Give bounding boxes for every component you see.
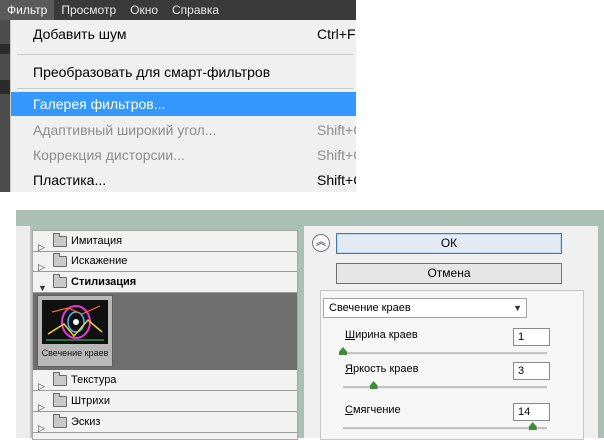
edge-width-label: Ширина краев	[345, 329, 418, 341]
tree-folder-brush-strokes[interactable]: ▷ Штрихи	[33, 391, 297, 412]
tree-folder-stylize[interactable]: ▼ Стилизация	[33, 272, 297, 293]
filter-category-tree: ▷ Имитация ▷ Искажение ▼ Стилизация Свеч…	[32, 230, 298, 440]
menu-help[interactable]: Справка	[165, 0, 226, 20]
smoothness-label-text: мягчение	[352, 404, 401, 416]
collapse-chevron-icon[interactable]: ︽	[312, 234, 330, 252]
background	[356, 0, 604, 200]
smoothness-slider-track[interactable]	[343, 427, 547, 430]
smoothness-input[interactable]: 14	[513, 403, 550, 421]
filter-settings: Свечение краев ▼ Ширина краев 1 Яркость …	[320, 290, 584, 440]
smoothness-label: Смягчение	[345, 404, 401, 416]
menu-item-label: Адаптивный широкий угол...	[33, 122, 217, 138]
filter-thumbnail-glowing-edges[interactable]: Свечение краев	[37, 295, 113, 367]
edge-brightness-label: Яркость краев	[345, 363, 418, 375]
edge-brightness-input[interactable]: 3	[513, 362, 550, 380]
edge-width-slider-track[interactable]	[343, 352, 547, 355]
edge-brightness-slider-knob[interactable]	[369, 381, 378, 389]
menu-item-label: Добавить шум	[33, 26, 127, 42]
cancel-button[interactable]: Отмена	[336, 263, 562, 284]
filter-preview-image	[42, 300, 108, 344]
folder-icon	[53, 393, 67, 407]
preview-edge	[16, 226, 31, 438]
menu-item-adaptive-wide-angle: Адаптивный широкий угол... Shift+Ctrl+A	[11, 118, 392, 142]
menu-item-lens-correction: Коррекция дисторсии... Shift+Ctrl+R	[11, 143, 393, 167]
workspace-edge	[0, 20, 10, 192]
filter-select-value: Свечение краев	[329, 302, 411, 314]
smoothness-slider-knob[interactable]	[528, 422, 537, 430]
filter-thumbnails: Свечение краев	[33, 293, 297, 370]
gallery-controls-panel: ︽ ОК Отмена Свечение краев ▼ Ширина крае…	[304, 226, 598, 440]
menu-item-label: Коррекция дисторсии...	[33, 147, 185, 163]
disclosure-triangle-icon[interactable]: ▷	[38, 418, 45, 438]
edge-brightness-label-text: ркость краев	[352, 363, 419, 375]
filter-menu-dropdown: Добавить шум Ctrl+F Преобразовать для см…	[10, 20, 393, 192]
menu-bar: Фильтр Просмотр Окно Справка	[0, 0, 356, 20]
edge-width-slider-knob[interactable]	[339, 347, 347, 355]
menu-item-shortcut: Ctrl+F	[317, 26, 356, 42]
folder-icon	[53, 233, 67, 247]
tree-folder-imitation[interactable]: ▷ Имитация	[33, 231, 297, 252]
edge-width-label-mnemonic: Ш	[345, 329, 356, 341]
menu-separator	[17, 88, 353, 89]
menu-item-label: Галерея фильтров...	[33, 96, 166, 112]
menu-item-add-noise[interactable]: Добавить шум Ctrl+F	[11, 22, 357, 46]
folder-icon	[53, 274, 67, 288]
tree-folder-label: Текстура	[71, 374, 117, 386]
edge-width-input[interactable]: 1	[513, 328, 550, 346]
tree-folder-sketch[interactable]: ▷ Эскиз	[33, 412, 297, 433]
ok-button[interactable]: ОК	[336, 233, 562, 254]
workspace-edge-block	[0, 44, 10, 54]
menu-item-liquify[interactable]: Пластика... Shift+Ctrl+X	[11, 168, 392, 192]
glowing-edges-preview-icon	[42, 300, 108, 344]
folder-icon	[53, 372, 67, 386]
tree-folder-label: Эскиз	[71, 416, 101, 428]
edge-width-label-text: ирина краев	[355, 329, 418, 341]
filter-select[interactable]: Свечение краев ▼	[323, 298, 527, 318]
smoothness-label-mnemonic: С	[345, 404, 353, 416]
menu-window[interactable]: Окно	[123, 0, 165, 20]
filter-gallery-dialog: ▷ Имитация ▷ Искажение ▼ Стилизация Свеч…	[16, 210, 604, 440]
tree-folder-label: Имитация	[71, 235, 123, 247]
menu-item-label: Преобразовать для смарт-фильтров	[33, 64, 271, 80]
tree-folder-label: Штрихи	[71, 395, 111, 407]
folder-icon	[53, 253, 67, 267]
menu-view[interactable]: Просмотр	[54, 0, 123, 20]
menu-item-filter-gallery[interactable]: Галерея фильтров...	[11, 92, 357, 116]
workspace-edge-block	[0, 80, 10, 94]
menu-filter[interactable]: Фильтр	[0, 0, 55, 20]
tree-folder-texture[interactable]: ▷ Текстура	[33, 370, 297, 391]
menu-separator	[17, 54, 353, 55]
menu-item-label: Пластика...	[33, 172, 107, 188]
tree-folder-distort[interactable]: ▷ Искажение	[33, 251, 297, 272]
tree-folder-label: Искажение	[71, 255, 128, 267]
dropdown-arrow-icon: ▼	[513, 303, 522, 313]
menu-item-convert-smart-filters[interactable]: Преобразовать для смарт-фильтров	[11, 60, 357, 84]
folder-icon	[53, 414, 67, 428]
edge-brightness-label-mnemonic: Я	[345, 363, 353, 375]
filter-thumbnail-caption: Свечение краев	[41, 348, 109, 358]
tree-folder-label: Стилизация	[71, 276, 137, 288]
